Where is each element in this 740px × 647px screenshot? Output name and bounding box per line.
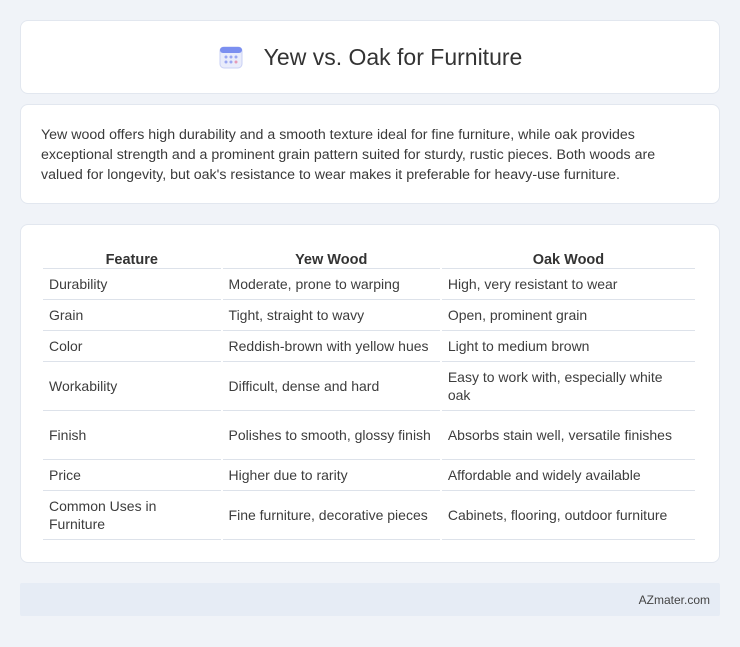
cell-yew: Moderate, prone to warping [222, 269, 440, 300]
cell-yew: Difficult, dense and hard [222, 362, 440, 411]
header-feature: Feature [43, 247, 221, 269]
cell-feature: Finish [43, 411, 221, 460]
table-row: Finish Polishes to smooth, glossy finish… [43, 411, 695, 460]
table-row: Workability Difficult, dense and hard Ea… [43, 362, 695, 411]
footer-source-link[interactable]: AZmater.com [639, 593, 710, 607]
comparison-table: Feature Yew Wood Oak Wood Durability Mod… [41, 247, 697, 540]
cell-yew: Higher due to rarity [222, 460, 440, 491]
cell-oak: Open, prominent grain [441, 300, 695, 331]
title-wrap: Yew vs. Oak for Furniture [218, 43, 523, 71]
cell-yew: Reddish-brown with yellow hues [222, 331, 440, 362]
cell-yew: Polishes to smooth, glossy finish [222, 411, 440, 460]
table-row: Durability Moderate, prone to warping Hi… [43, 269, 695, 300]
cell-feature: Durability [43, 269, 221, 300]
table-header-row: Feature Yew Wood Oak Wood [43, 247, 695, 269]
table-row: Grain Tight, straight to wavy Open, prom… [43, 300, 695, 331]
table-row: Price Higher due to rarity Affordable an… [43, 460, 695, 491]
calendar-icon [218, 44, 244, 70]
cell-feature: Color [43, 331, 221, 362]
cell-yew: Tight, straight to wavy [222, 300, 440, 331]
header-yew: Yew Wood [222, 247, 440, 269]
cell-yew: Fine furniture, decorative pieces [222, 491, 440, 540]
cell-feature: Grain [43, 300, 221, 331]
cell-feature: Price [43, 460, 221, 491]
page-title: Yew vs. Oak for Furniture [263, 43, 523, 70]
summary-card: Yew wood offers high durability and a sm… [20, 104, 720, 204]
title-card: Yew vs. Oak for Furniture [20, 20, 720, 94]
cell-oak: High, very resistant to wear [441, 269, 695, 300]
summary-text: Yew wood offers high durability and a sm… [41, 127, 656, 183]
footer: AZmater.com [20, 583, 720, 616]
cell-feature: Workability [43, 362, 221, 411]
table-row: Common Uses in Furniture Fine furniture,… [43, 491, 695, 540]
cell-oak: Affordable and widely available [441, 460, 695, 491]
cell-oak: Absorbs stain well, versatile finishes [441, 411, 695, 460]
cell-oak: Cabinets, flooring, outdoor furniture [441, 491, 695, 540]
comparison-card: Feature Yew Wood Oak Wood Durability Mod… [20, 224, 720, 563]
header-oak: Oak Wood [441, 247, 695, 269]
cell-feature: Common Uses in Furniture [43, 491, 221, 540]
table-row: Color Reddish-brown with yellow hues Lig… [43, 331, 695, 362]
cell-oak: Light to medium brown [441, 331, 695, 362]
cell-oak: Easy to work with, especially white oak [441, 362, 695, 411]
